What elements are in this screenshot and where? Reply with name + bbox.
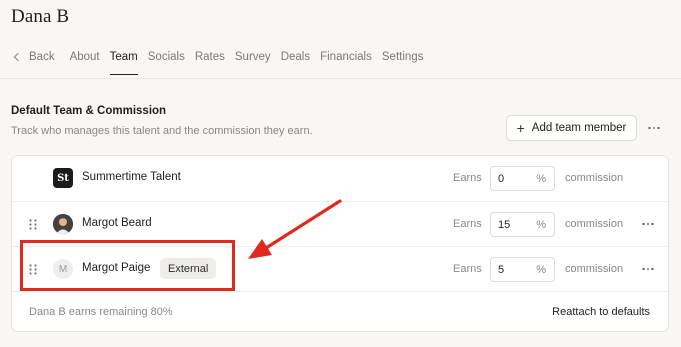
commission-label: commission <box>565 218 624 230</box>
percent-unit: % <box>536 263 546 276</box>
member-name: Summertime Talent <box>82 171 181 183</box>
member-name: Margot Paige <box>82 262 151 274</box>
remaining-commission-text: Dana B earns remaining 80% <box>29 306 173 318</box>
plus-icon: + <box>516 120 525 136</box>
drag-handle-icon[interactable] <box>29 264 37 275</box>
commission-label: commission <box>565 172 624 184</box>
page-title: Dana B <box>11 6 70 27</box>
tab-rates[interactable]: Rates <box>195 51 225 63</box>
tab-deals[interactable]: Deals <box>281 51 310 63</box>
commission-percent-input[interactable]: 5 % <box>490 257 555 282</box>
add-team-member-button[interactable]: + Add team member <box>506 115 637 141</box>
chevron-left-icon <box>13 52 23 62</box>
external-badge: External <box>160 258 217 279</box>
percent-unit: % <box>536 172 546 185</box>
more-horizontal-icon <box>642 222 654 226</box>
reattach-defaults-button[interactable]: Reattach to defaults <box>552 306 650 318</box>
back-button[interactable]: Back <box>13 51 55 63</box>
drag-handle-icon[interactable] <box>29 219 37 230</box>
tab-financials[interactable]: Financials <box>320 51 372 63</box>
section-title: Default Team & Commission <box>11 105 167 117</box>
team-card: St Summertime Talent Earns 0 % commissio… <box>11 155 669 332</box>
tab-settings[interactable]: Settings <box>382 51 424 63</box>
row-more-button[interactable] <box>640 261 656 277</box>
commission-percent-input[interactable]: 15 % <box>490 212 555 237</box>
more-horizontal-icon <box>648 126 660 130</box>
tabs-divider <box>0 78 681 79</box>
card-footer: Dana B earns remaining 80% Reattach to d… <box>12 291 668 333</box>
row-more-button[interactable] <box>640 216 656 232</box>
member-name: Margot Beard <box>82 217 152 229</box>
avatar: St <box>53 168 73 188</box>
add-team-member-label: Add team member <box>531 122 627 134</box>
profile-photo <box>53 214 73 234</box>
commission-percent-value: 5 <box>498 263 505 276</box>
earns-label: Earns <box>453 172 482 184</box>
percent-unit: % <box>536 218 546 231</box>
avatar: M <box>53 259 73 279</box>
commission-percent-input[interactable]: 0 % <box>490 166 555 191</box>
tab-bar: Back About Team Socials Rates Survey Dea… <box>13 47 433 75</box>
commission-label: commission <box>565 263 624 275</box>
team-row: Margot Beard Earns 15 % commission <box>12 201 668 246</box>
earns-label: Earns <box>453 218 482 230</box>
commission-percent-value: 0 <box>498 172 505 185</box>
more-horizontal-icon <box>642 267 654 271</box>
commission-percent-value: 15 <box>498 218 511 231</box>
section-more-button[interactable] <box>645 119 663 137</box>
team-row: M Margot Paige External Earns 5 % commis… <box>12 246 668 291</box>
section-subtitle: Track who manages this talent and the co… <box>11 125 313 137</box>
tab-about[interactable]: About <box>70 51 100 63</box>
earns-label: Earns <box>453 263 482 275</box>
tab-socials[interactable]: Socials <box>148 51 185 63</box>
back-label: Back <box>29 51 55 63</box>
tab-survey[interactable]: Survey <box>235 51 271 63</box>
tab-team[interactable]: Team <box>109 51 138 75</box>
team-row: St Summertime Talent Earns 0 % commissio… <box>12 156 668 201</box>
avatar <box>53 214 73 234</box>
